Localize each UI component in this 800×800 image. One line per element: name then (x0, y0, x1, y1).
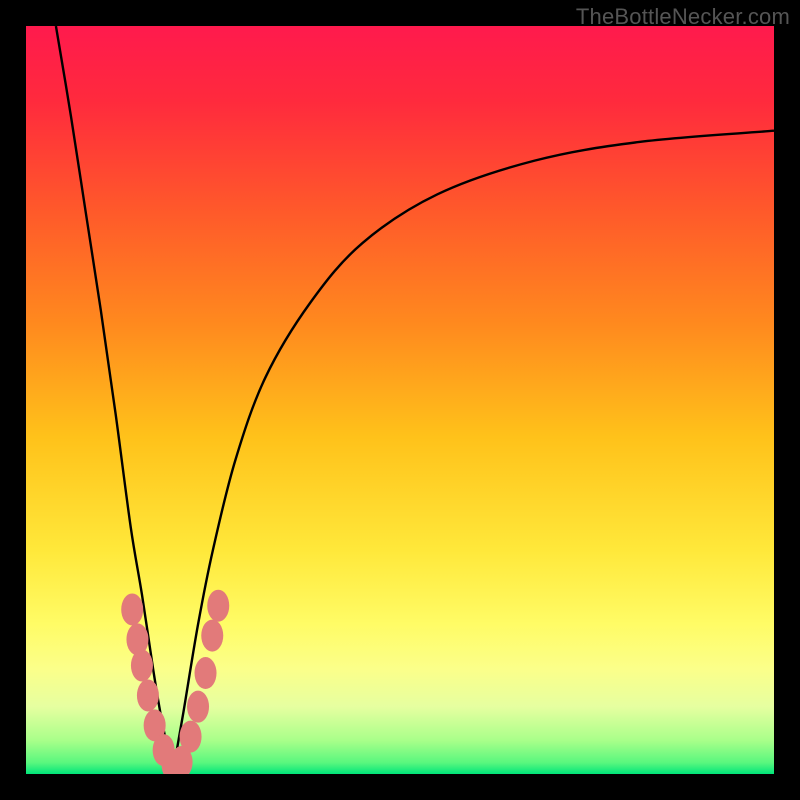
data-marker (131, 650, 153, 682)
data-marker (195, 657, 217, 689)
plot-area (26, 26, 774, 774)
data-marker (121, 593, 143, 625)
data-marker (137, 679, 159, 711)
data-marker (180, 721, 202, 753)
data-marker (201, 620, 223, 652)
bottleneck-chart (26, 26, 774, 774)
chart-frame: TheBottleNecker.com (0, 0, 800, 800)
data-marker (207, 590, 229, 622)
data-marker (187, 691, 209, 723)
